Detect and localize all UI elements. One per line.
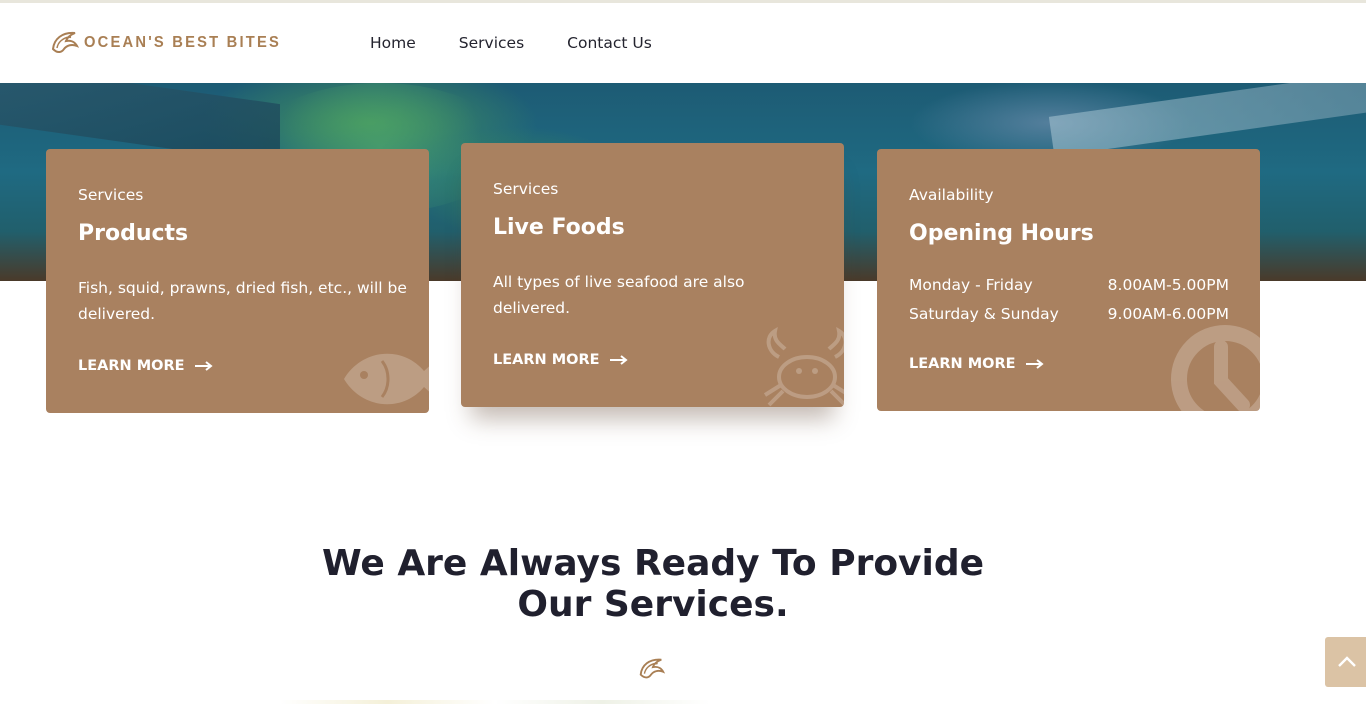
site-header: OCEAN'S BEST BITES Home Services Contact… (0, 3, 1366, 83)
learn-more-label: LEARN MORE (78, 358, 185, 374)
card-title: Live Foods (493, 215, 625, 240)
brand-logo[interactable]: OCEAN'S BEST BITES (48, 27, 298, 59)
hours-row: Monday - Friday 8.00AM-5.00PM (909, 271, 1229, 300)
section-heading: We Are Always Ready To Provide Our Servi… (321, 543, 985, 625)
opening-hours-learn-more-link[interactable]: LEARN MORE (909, 356, 1044, 372)
card-subtitle: Services (78, 186, 144, 204)
card-title: Products (78, 221, 189, 246)
card-title: Opening Hours (909, 221, 1094, 246)
arrow-right-icon (609, 355, 628, 365)
main-nav: Home Services Contact Us (370, 33, 695, 53)
nav-home[interactable]: Home (370, 33, 416, 53)
card-subtitle: Availability (909, 186, 994, 204)
card-description: All types of live seafood are also deliv… (493, 273, 745, 317)
back-to-top-button[interactable] (1325, 637, 1366, 687)
crab-icon (763, 327, 844, 407)
card-description: Fish, squid, prawns, dried fish, etc., w… (78, 279, 407, 323)
fish-icon (344, 353, 429, 405)
next-section-edge (280, 700, 710, 704)
chevron-up-icon (1338, 656, 1356, 667)
clock-icon (1171, 325, 1260, 411)
arrow-right-icon (1025, 359, 1044, 369)
opening-hours-card: Availability Opening Hours Monday - Frid… (877, 149, 1260, 411)
hours-days: Monday - Friday (909, 276, 1033, 294)
products-learn-more-link[interactable]: LEARN MORE (78, 358, 213, 374)
brand-name: OCEAN'S BEST BITES (84, 34, 282, 51)
hours-time: 8.00AM-5.00PM (1107, 276, 1229, 294)
learn-more-label: LEARN MORE (909, 356, 1016, 372)
live-foods-card: Services Live Foods All types of live se… (461, 143, 844, 407)
learn-more-label: LEARN MORE (493, 352, 600, 368)
nav-services[interactable]: Services (459, 33, 524, 53)
arrow-right-icon (194, 361, 213, 371)
fish-logo-icon (51, 31, 80, 53)
live-foods-learn-more-link[interactable]: LEARN MORE (493, 352, 628, 368)
card-subtitle: Services (493, 180, 559, 198)
nav-contact-us[interactable]: Contact Us (567, 33, 652, 53)
products-card: Services Products Fish, squid, prawns, d… (46, 149, 429, 413)
hours-days: Saturday & Sunday (909, 305, 1059, 323)
fish-logo-icon (639, 658, 666, 679)
